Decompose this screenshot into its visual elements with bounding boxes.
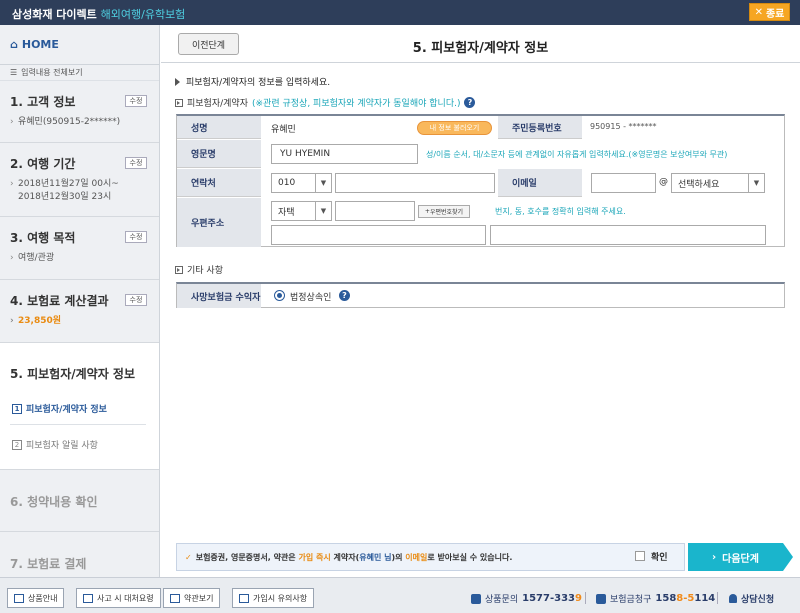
edit-button[interactable]: 수정 <box>125 294 147 306</box>
load-my-info-button[interactable]: 내 정보 불러오기 <box>417 121 492 135</box>
chevron-down-icon: ▼ <box>748 174 764 192</box>
brand-title: 삼성화재 다이렉트 해외여행/유학보험 <box>12 8 186 21</box>
english-name-input[interactable]: YU HYEMIN <box>271 144 418 164</box>
person-icon <box>729 594 737 603</box>
top-bar: 삼성화재 다이렉트 해외여행/유학보험 ✕ 종료 <box>0 0 800 25</box>
sidebar-subitem-disclosure[interactable]: 2 피보험자 알릴 사항 <box>12 438 98 451</box>
page-title: 5. 피보험자/계약자 정보 <box>412 41 549 56</box>
product-inquiry-phone: 상품문의 1577-333 9 <box>471 592 582 605</box>
close-button[interactable]: ✕ 종료 <box>749 3 790 21</box>
sidebar: ⌂HOME ☰입력내용 전체보기 1. 고객 정보 수정 유혜민(950915-… <box>0 25 160 577</box>
check-icon: ✓ <box>185 552 192 562</box>
postcode-input[interactable] <box>335 201 415 221</box>
phone-icon <box>471 593 481 604</box>
email-id-input[interactable] <box>591 173 656 193</box>
address-main-input[interactable] <box>271 225 486 245</box>
chevron-down-icon: ▼ <box>315 174 331 192</box>
home-link[interactable]: ⌂ HOME <box>0 25 159 65</box>
edit-button[interactable]: 수정 <box>125 157 147 169</box>
chevron-down-icon: ▼ <box>315 202 331 220</box>
english-name-hint: 성/이름 순서, 대/소문자 등에 관계없이 자유롭게 입력하세요.(※영문명은… <box>426 150 728 159</box>
section-title-other: 기타 사항 <box>175 263 223 276</box>
sidebar-step-period: 2. 여행 기간 수정 2018년11월27일 00시~2018년12월30일 … <box>0 143 159 217</box>
sidebar-subitem-insured-info[interactable]: 1 피보험자/계약자 정보 <box>12 402 107 415</box>
view-all-link[interactable]: ☰ 입력내용 전체보기 <box>0 65 159 81</box>
list-icon: ☰ <box>10 68 18 77</box>
address-hint: 번지, 동, 호수를 정확히 입력해 주세요. <box>495 207 626 216</box>
terms-button[interactable]: 약관보기 <box>163 588 221 608</box>
phone-prefix-select[interactable]: 010 ▼ <box>271 173 332 193</box>
section-icon <box>175 98 183 107</box>
insured-form: 성명 유혜민 내 정보 불러오기 주민등록번호 950915 - *******… <box>176 114 785 247</box>
help-icon[interactable]: ? <box>339 290 350 301</box>
edit-button[interactable]: 수정 <box>125 95 147 107</box>
phone-icon <box>596 593 606 604</box>
email-domain-select[interactable]: 선택하세요 ▼ <box>671 173 765 193</box>
claim-phone: 보험금청구 1588-5114 <box>596 592 715 605</box>
accident-guide-button[interactable]: 사고 시 대처요령 <box>76 588 161 608</box>
postcode-search-button[interactable]: + 우편번호찾기 <box>418 205 470 218</box>
beneficiary-form: 사망보험금 수익자 법정상속인 ? <box>176 282 785 308</box>
phone-input[interactable] <box>335 173 495 193</box>
triangle-icon <box>175 77 180 86</box>
name-value: 유혜민 <box>271 125 296 135</box>
premium-amount: 23,850원 <box>10 315 159 328</box>
beneficiary-option: 법정상속인 <box>290 293 332 303</box>
document-icon <box>14 593 24 603</box>
section-icon <box>175 265 183 274</box>
sidebar-step-customer: 1. 고객 정보 수정 유혜민(950915-2******) <box>0 81 159 143</box>
join-notes-button[interactable]: 가입시 유의사항 <box>232 588 315 608</box>
product-info-button[interactable]: 상품안내 <box>7 588 65 608</box>
home-icon: ⌂ <box>10 38 18 51</box>
rrn-value: 950915 - ******* <box>590 122 657 131</box>
main-content: 이전단계 5. 피보험자/계약자 정보 피보험자/계약자의 정보를 입력하세요.… <box>161 25 800 577</box>
address-detail-input[interactable] <box>490 225 766 245</box>
instruction-text: 피보험자/계약자의 정보를 입력하세요. <box>186 78 331 88</box>
sidebar-step-review: 6. 청약내용 확인 <box>0 470 159 532</box>
email-notice: ✓ 보험증권, 영문증명서, 약관은 가입 즉시 계약자(유혜민 님)의 이메일… <box>176 543 685 571</box>
chevron-right-icon: › <box>712 551 717 563</box>
address-type-select[interactable]: 자택 ▼ <box>271 201 332 221</box>
consult-request-button[interactable]: 상담신청 <box>729 592 774 605</box>
confirm-checkbox[interactable] <box>635 551 645 561</box>
help-icon[interactable]: ? <box>464 97 476 108</box>
next-step-button[interactable]: › 다음단계 <box>688 543 783 571</box>
edit-button[interactable]: 수정 <box>125 231 147 243</box>
document-icon <box>170 593 180 603</box>
footer: 상품안내 사고 시 대처요령 약관보기 가입시 유의사항 상품문의 1577-33… <box>0 577 800 613</box>
sidebar-step-purpose: 3. 여행 목적 수정 여행/관광 <box>0 217 159 280</box>
document-icon <box>83 593 93 603</box>
sidebar-step-premium: 4. 보험료 계산결과 수정 23,850원 <box>0 280 159 343</box>
sidebar-step-insured-info: 5. 피보험자/계약자 정보 1 피보험자/계약자 정보 2 피보험자 알릴 사항 <box>0 343 159 470</box>
document-icon <box>239 593 249 603</box>
email-at-sign: @ <box>659 177 668 187</box>
section-title-insured: 피보험자/계약자 (※관련 규정상, 피보험자와 계약자가 동일해야 합니다.)… <box>175 96 476 109</box>
beneficiary-radio[interactable] <box>274 290 285 301</box>
confirm-label: 확인 <box>651 553 668 563</box>
close-icon: ✕ <box>754 6 763 18</box>
